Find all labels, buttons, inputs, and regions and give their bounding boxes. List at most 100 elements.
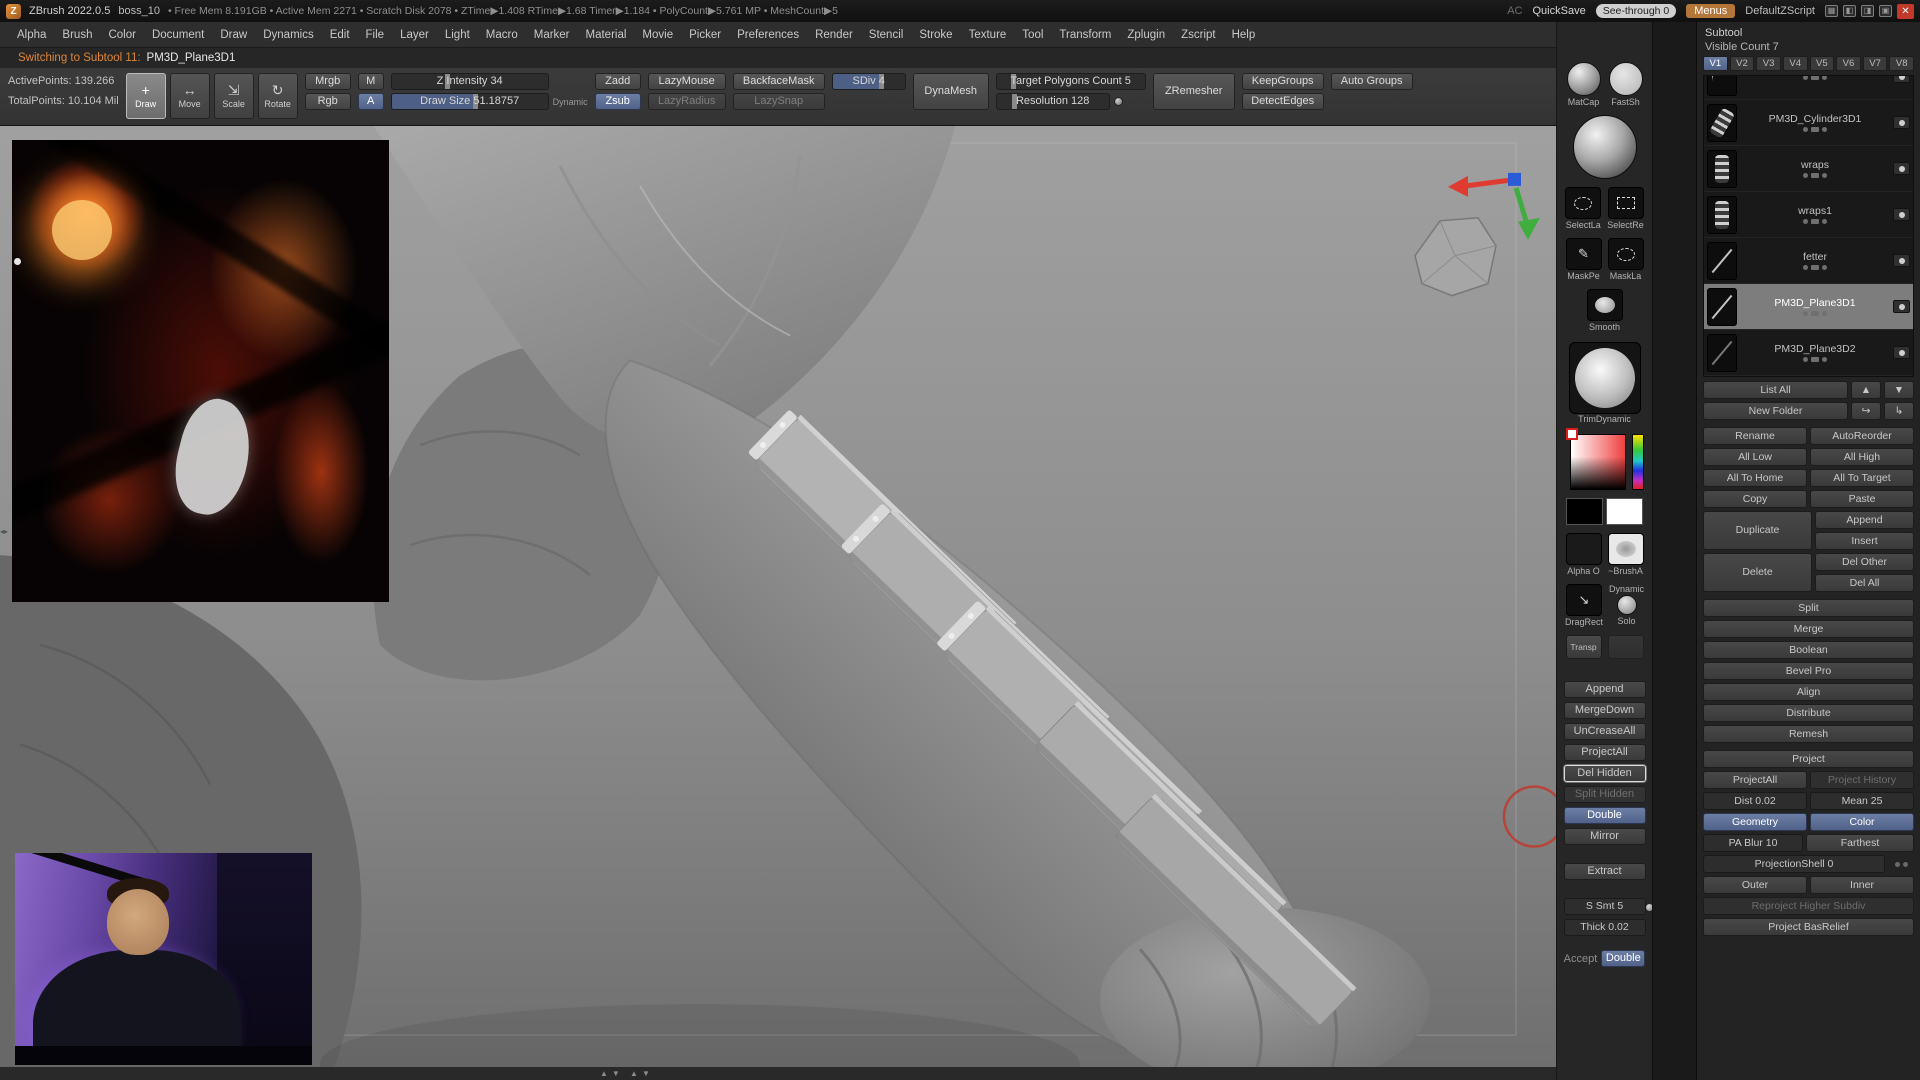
stroke-type-button[interactable]: ↘	[1566, 584, 1602, 616]
resolution-dot-button[interactable]	[1114, 97, 1123, 106]
boolean-button[interactable]: Boolean	[1703, 641, 1914, 659]
menus-toggle-button[interactable]: Menus	[1686, 4, 1735, 18]
subtool-row-selected[interactable]: PM3D_Plane3D1	[1704, 284, 1913, 330]
projectall-button[interactable]: ProjectAll	[1564, 744, 1646, 761]
outer-button[interactable]: Outer	[1703, 876, 1807, 894]
canvas-side-marks[interactable]: ◂▸	[0, 527, 8, 536]
menu-item-dynamics[interactable]: Dynamics	[256, 26, 320, 44]
s-smt-dot[interactable]	[1646, 904, 1653, 911]
view-button-v1[interactable]: V1	[1703, 56, 1728, 71]
reproject-higher-subdiv-button[interactable]: Reproject Higher Subdiv	[1703, 897, 1914, 915]
del-all-button[interactable]: Del All	[1815, 574, 1914, 592]
merge-button[interactable]: Merge	[1703, 620, 1914, 638]
mrgb-button[interactable]: Mrgb	[305, 73, 351, 90]
close-window-button[interactable]: ✕	[1897, 4, 1914, 19]
saturation-value-square[interactable]	[1570, 434, 1626, 490]
backfacemask-button[interactable]: BackfaceMask	[733, 73, 825, 90]
view-button-v5[interactable]: V5	[1810, 56, 1835, 71]
bevel-pro-button[interactable]: Bevel Pro	[1703, 662, 1914, 680]
split-hidden-button[interactable]: Split Hidden	[1564, 786, 1646, 803]
mirror-button[interactable]: Mirror	[1564, 828, 1646, 845]
project-button[interactable]: Project	[1703, 750, 1914, 768]
menu-item-zplugin[interactable]: Zplugin	[1120, 26, 1172, 44]
view-button-v6[interactable]: V6	[1836, 56, 1861, 71]
layout-grid-icon[interactable]: ▦	[1825, 5, 1838, 17]
move-mode-button[interactable]: ↔ Move	[170, 73, 210, 119]
matcap-material-sphere[interactable]	[1567, 62, 1601, 96]
view-button-v4[interactable]: V4	[1783, 56, 1808, 71]
all-low-button[interactable]: All Low	[1703, 448, 1807, 466]
append-button[interactable]: Append	[1564, 681, 1646, 698]
menu-item-render[interactable]: Render	[808, 26, 860, 44]
quicksave-button[interactable]: QuickSave	[1533, 5, 1586, 17]
zremesher-button[interactable]: ZRemesher	[1153, 73, 1235, 110]
target-polygons-slider[interactable]: Target Polygons Count 5	[996, 73, 1146, 90]
m-button[interactable]: M	[358, 73, 384, 90]
smooth-brush-button[interactable]	[1587, 289, 1623, 321]
brush-alpha-button[interactable]	[1608, 533, 1644, 565]
alt-color-swatch-white[interactable]	[1606, 498, 1643, 525]
color-toggle-button[interactable]: Color	[1810, 813, 1914, 831]
geometry-toggle-button[interactable]: Geometry	[1703, 813, 1807, 831]
visibility-eye-icon[interactable]	[1893, 254, 1910, 267]
default-zscript-button[interactable]: DefaultZScript	[1745, 5, 1815, 17]
dynamesh-button[interactable]: DynaMesh	[913, 73, 989, 110]
menu-item-material[interactable]: Material	[579, 26, 634, 44]
menu-item-tool[interactable]: Tool	[1015, 26, 1050, 44]
menu-item-help[interactable]: Help	[1225, 26, 1263, 44]
view-button-v3[interactable]: V3	[1756, 56, 1781, 71]
inner-button[interactable]: Inner	[1810, 876, 1914, 894]
draw-size-slider[interactable]: Draw Size 51.18757	[391, 93, 549, 110]
alpha-off-button[interactable]	[1566, 533, 1602, 565]
seethrough-slider[interactable]: See-through 0	[1596, 4, 1677, 18]
color-picker[interactable]	[1566, 430, 1644, 492]
select-rect-brush-button[interactable]	[1608, 187, 1644, 219]
window-icon[interactable]: ▣	[1879, 5, 1892, 17]
uncreaseall-button[interactable]: UnCreaseAll	[1564, 723, 1646, 740]
menu-item-layer[interactable]: Layer	[393, 26, 436, 44]
visibility-eye-icon[interactable]	[1893, 162, 1910, 175]
zadd-button[interactable]: Zadd	[595, 73, 641, 90]
subtool-row[interactable]: PM3D_Plane3D2	[1704, 330, 1913, 376]
zsub-button[interactable]: Zsub	[595, 93, 641, 110]
autoreorder-button[interactable]: AutoReorder	[1810, 427, 1914, 445]
view-button-v7[interactable]: V7	[1863, 56, 1888, 71]
menu-item-alpha[interactable]: Alpha	[10, 26, 53, 44]
projectionshell-slider[interactable]: ProjectionShell 0	[1703, 855, 1885, 873]
visibility-eye-icon[interactable]	[1893, 300, 1910, 313]
mean-slider[interactable]: Mean 25	[1810, 792, 1914, 810]
append-subtool-button[interactable]: Append	[1815, 511, 1914, 529]
detectedges-button[interactable]: DetectEdges	[1242, 93, 1324, 110]
all-high-button[interactable]: All High	[1810, 448, 1914, 466]
main-color-swatch-black[interactable]	[1566, 498, 1603, 525]
visibility-eye-icon[interactable]	[1893, 208, 1910, 221]
menu-item-zscript[interactable]: Zscript	[1174, 26, 1223, 44]
subtool-row[interactable]: PM3D_Cylinder3D1	[1704, 100, 1913, 146]
current-material-sphere[interactable]	[1573, 115, 1637, 179]
new-folder-button[interactable]: New Folder	[1703, 402, 1848, 420]
double-button[interactable]: Double	[1564, 807, 1646, 824]
canvas-bottom-scroll[interactable]: ▲▼ ▲▼	[0, 1067, 1556, 1080]
select-lasso-brush-button[interactable]	[1565, 187, 1601, 219]
lazysnap-button[interactable]: LazySnap	[733, 93, 825, 110]
farthest-button[interactable]: Farthest	[1806, 834, 1914, 852]
menu-item-marker[interactable]: Marker	[527, 26, 577, 44]
solo-sphere-icon[interactable]	[1617, 595, 1637, 615]
transp-button[interactable]: Transp	[1566, 635, 1602, 659]
sculpt-viewport[interactable]: ◂▸ ▲▼ ▲▼	[0, 126, 1556, 1080]
view-button-v8[interactable]: V8	[1889, 56, 1914, 71]
list-all-button[interactable]: List All	[1703, 381, 1848, 399]
resolution-slider[interactable]: Resolution 128	[996, 93, 1110, 110]
draw-mode-button[interactable]: + Draw	[126, 73, 166, 119]
hue-strip[interactable]	[1632, 434, 1644, 490]
delete-button[interactable]: Delete	[1703, 553, 1812, 592]
scale-mode-button[interactable]: ⇲ Scale	[214, 73, 254, 119]
copy-button[interactable]: Copy	[1703, 490, 1807, 508]
projectall-subtool-button[interactable]: ProjectAll	[1703, 771, 1807, 789]
active-brush-preview[interactable]	[1569, 342, 1641, 414]
fastshade-material-sphere[interactable]	[1609, 62, 1643, 96]
mask-lasso-brush-button[interactable]	[1608, 238, 1644, 270]
a-button[interactable]: A	[358, 93, 384, 110]
rotate-mode-button[interactable]: ↻ Rotate	[258, 73, 298, 119]
project-history-button[interactable]: Project History	[1810, 771, 1914, 789]
